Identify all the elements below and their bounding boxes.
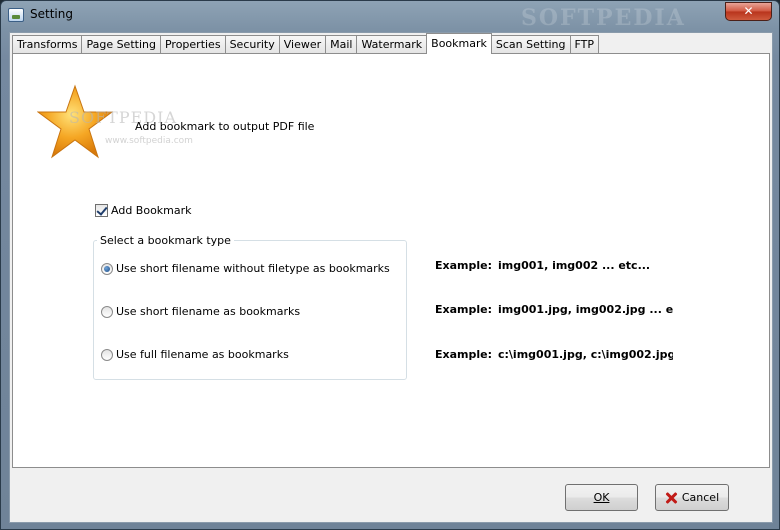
example-value: c:\img001.jpg, c:\img002.jpg ... etc...	[498, 348, 673, 361]
tab-mail[interactable]: Mail	[325, 35, 358, 54]
radio-short-without-filetype[interactable]: Use short filename without filetype as b…	[101, 262, 390, 275]
checkbox-box[interactable]	[95, 204, 108, 217]
tab-scan-setting[interactable]: Scan Setting	[490, 35, 571, 54]
ok-button[interactable]: OK	[565, 484, 638, 511]
example-label: Example:	[435, 303, 492, 316]
radio-short-filename[interactable]: Use short filename as bookmarks	[101, 305, 300, 318]
add-bookmark-checkbox[interactable]: Add Bookmark	[95, 204, 192, 217]
tab-properties[interactable]: Properties	[159, 35, 226, 54]
radio-label: Use short filename without filetype as b…	[116, 262, 390, 275]
example-value: img001.jpg, img002.jpg ... etc...	[498, 303, 673, 316]
group-legend: Select a bookmark type	[97, 234, 234, 247]
panel-watermark-url: www.softpedia.com	[105, 136, 193, 146]
cancel-label: Cancel	[681, 491, 720, 504]
dialog-body: Transforms Page Setting Properties Security…	[9, 32, 773, 523]
example-text-3: Example: c:\img001.jpg, c:\img002.jpg ...…	[435, 348, 673, 361]
add-bookmark-label: Add Bookmark	[111, 204, 192, 217]
tab-security[interactable]: Security	[224, 35, 280, 54]
tab-strip: Transforms Page Setting Properties Security…	[12, 33, 600, 54]
tab-watermark[interactable]: Watermark	[356, 35, 428, 54]
tab-bookmark[interactable]: Bookmark	[426, 33, 492, 54]
tab-ftp[interactable]: FTP	[569, 35, 600, 54]
example-value: img001, img002 ... etc...	[498, 259, 651, 272]
ok-label: OK	[593, 491, 610, 504]
close-button[interactable]: ✕	[725, 2, 772, 21]
app-icon	[8, 8, 24, 22]
radio-button[interactable]	[101, 305, 113, 318]
cancel-x-icon	[665, 492, 677, 504]
cancel-button[interactable]: Cancel	[655, 484, 729, 511]
radio-label: Use short filename as bookmarks	[116, 305, 301, 318]
radio-button[interactable]	[101, 262, 113, 275]
example-label: Example:	[435, 259, 492, 272]
close-icon: ✕	[743, 4, 754, 18]
radio-button[interactable]	[101, 348, 113, 361]
tab-page-setting[interactable]: Page Setting	[81, 35, 161, 54]
example-text-1: Example: img001, img002 ... etc...	[435, 259, 673, 272]
bookmark-tab-panel: SOFTPEDIA www.softpedia.com Add bookmark…	[12, 53, 770, 468]
settings-window: Setting SOFTPEDIA ✕ Transforms Page Setti…	[0, 0, 780, 530]
example-label: Example:	[435, 348, 492, 361]
titlebar-watermark: SOFTPEDIA	[521, 5, 686, 31]
window-title: Setting	[30, 7, 73, 21]
panel-heading: Add bookmark to output PDF file	[135, 120, 315, 133]
radio-label: Use full filename as bookmarks	[116, 348, 289, 361]
tab-viewer[interactable]: Viewer	[278, 35, 327, 54]
tab-transforms[interactable]: Transforms	[12, 35, 83, 54]
radio-full-filename[interactable]: Use full filename as bookmarks	[101, 348, 289, 361]
title-bar[interactable]: Setting SOFTPEDIA ✕	[1, 1, 779, 31]
example-text-2: Example: img001.jpg, img002.jpg ... etc..…	[435, 303, 673, 316]
